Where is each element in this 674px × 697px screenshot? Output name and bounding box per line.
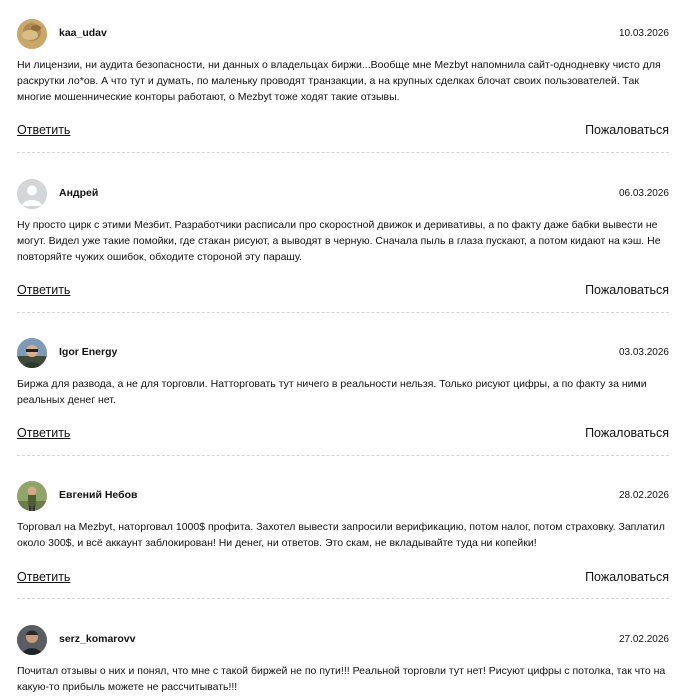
avatar <box>17 625 47 655</box>
comment-divider <box>17 152 669 153</box>
comment-header: serz_komarovv 27.02.2026 <box>17 625 669 657</box>
comment-header: Андрей 06.03.2026 <box>17 179 669 211</box>
report-link[interactable]: Пожаловаться <box>585 123 669 137</box>
comment-author: Андрей <box>59 187 99 199</box>
comment-header: Igor Energy 03.03.2026 <box>17 338 669 370</box>
report-link[interactable]: Пожаловаться <box>585 283 669 297</box>
comment-date: 28.02.2026 <box>618 490 669 501</box>
comment-author: serz_komarovv <box>59 633 136 645</box>
default-user-icon <box>17 179 47 209</box>
comment-actions: Ответить Пожаловаться <box>17 283 669 301</box>
reply-link[interactable]: Ответить <box>17 123 70 137</box>
reply-link[interactable]: Ответить <box>17 570 70 584</box>
comment-date: 06.03.2026 <box>618 188 669 199</box>
comment-date: 27.02.2026 <box>618 634 669 645</box>
comment-header: Евгений Небов 28.02.2026 <box>17 481 669 513</box>
comment-author: Igor Energy <box>59 346 118 358</box>
comment-text: Торговал на Mezbyt, наторговал 1000$ про… <box>17 521 665 549</box>
comment-text: Ну просто цирк с этими Мезбит. Разработч… <box>17 219 661 263</box>
comment-author: Евгений Небов <box>59 489 138 501</box>
comment-text: Биржа для развода, а не для торговли. На… <box>17 378 647 406</box>
reply-link[interactable]: Ответить <box>17 426 70 440</box>
avatar <box>17 338 47 368</box>
avatar <box>17 179 47 209</box>
comment-date: 03.03.2026 <box>618 347 669 358</box>
comment-divider <box>17 598 669 599</box>
reply-link[interactable]: Ответить <box>17 283 70 297</box>
comment-actions: Ответить Пожаловаться <box>17 570 669 588</box>
comment-author: kaa_udav <box>59 27 107 39</box>
comment-header: kaa_udav 10.03.2026 <box>17 19 669 51</box>
comment-actions: Ответить Пожаловаться <box>17 426 669 444</box>
comment-text: Ни лицензии, ни аудита безопасности, ни … <box>17 59 661 103</box>
comment-divider <box>17 455 669 456</box>
avatar <box>17 19 47 49</box>
report-link[interactable]: Пожаловаться <box>585 426 669 440</box>
avatar <box>17 481 47 511</box>
report-link[interactable]: Пожаловаться <box>585 570 669 584</box>
comment-divider <box>17 312 669 313</box>
comment-actions: Ответить Пожаловаться <box>17 123 669 141</box>
comment-text: Почитал отзывы о них и понял, что мне с … <box>17 665 666 693</box>
comment-date: 10.03.2026 <box>618 28 669 39</box>
